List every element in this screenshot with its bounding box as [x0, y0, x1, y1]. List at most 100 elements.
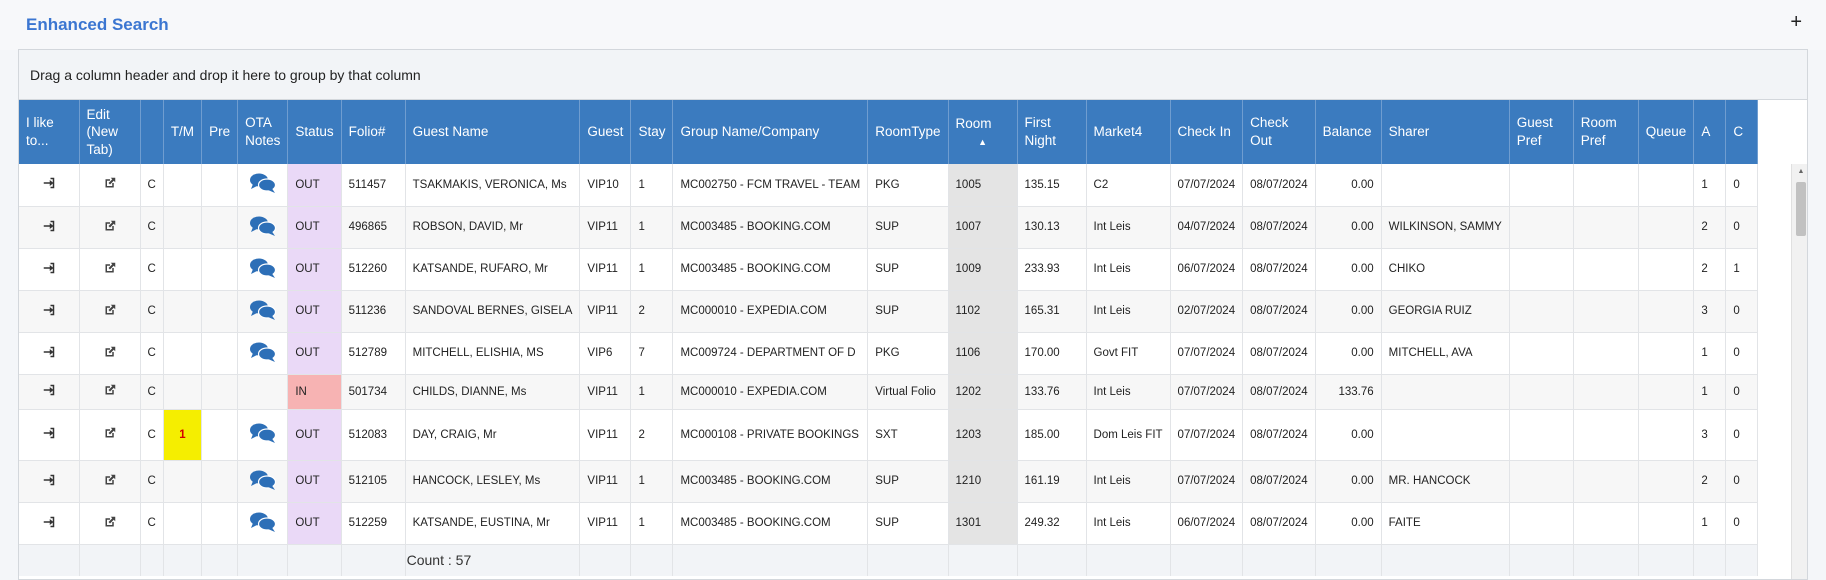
col-header-a[interactable]: A [1693, 100, 1727, 164]
ota-cell[interactable] [237, 248, 289, 291]
ota-cell[interactable] [237, 374, 289, 410]
pre-cell [201, 460, 239, 503]
action-cell[interactable] [19, 290, 80, 333]
col-header-c[interactable]: C [1725, 100, 1759, 164]
col-header-guest-pref[interactable]: Guest Pref [1509, 100, 1574, 164]
col-header-balance[interactable]: Balance [1315, 100, 1382, 164]
col-header-guest-name[interactable]: Guest Name [405, 100, 581, 164]
table-row[interactable]: C 1 OUT 512083 DAY, CRAIG, Mr VIP11 2 MC… [19, 409, 1759, 461]
comments-icon[interactable] [249, 511, 277, 533]
edit-cell[interactable] [79, 164, 141, 207]
ota-cell[interactable] [237, 164, 289, 207]
action-cell[interactable] [19, 206, 80, 249]
action-cell[interactable] [19, 409, 80, 461]
table-row[interactable]: C OUT 496865 ROBSON, DAVID, Mr VIP11 1 M… [19, 206, 1759, 249]
ota-cell[interactable] [237, 290, 289, 333]
table-row[interactable]: C OUT 512260 KATSANDE, RUFARO, Mr VIP11 … [19, 248, 1759, 291]
col-header-guest[interactable]: Guest [579, 100, 632, 164]
ota-cell[interactable] [237, 502, 289, 545]
col-header-edit[interactable]: Edit (New Tab) [79, 100, 141, 164]
sign-in-icon[interactable] [43, 304, 55, 316]
ota-cell[interactable] [237, 206, 289, 249]
edit-cell[interactable] [79, 332, 141, 375]
action-cell[interactable] [19, 248, 80, 291]
sign-in-icon[interactable] [43, 177, 55, 189]
table-row[interactable]: C OUT 512259 KATSANDE, EUSTINA, Mr VIP11… [19, 502, 1759, 545]
col-header-queue[interactable]: Queue [1638, 100, 1695, 164]
action-cell[interactable] [19, 460, 80, 503]
vertical-scrollbar[interactable]: ▲ ▼ [1791, 164, 1807, 579]
ota-cell[interactable] [237, 460, 289, 503]
ota-cell[interactable] [237, 409, 289, 461]
sharer-cell: MITCHELL, AVA [1381, 332, 1510, 375]
col-header-room[interactable]: Room ▲ [948, 100, 1018, 164]
col-header-room-pref[interactable]: Room Pref [1573, 100, 1639, 164]
check-out-cell: 08/07/2024 [1242, 332, 1316, 375]
sign-in-icon[interactable] [43, 346, 55, 358]
external-link-icon[interactable] [104, 346, 116, 358]
scroll-up-arrow-icon[interactable]: ▲ [1792, 164, 1807, 180]
first-night-cell: 135.15 [1017, 164, 1087, 207]
action-cell[interactable] [19, 164, 80, 207]
col-header-tm[interactable]: T/M [163, 100, 203, 164]
sign-in-icon[interactable] [43, 220, 55, 232]
edit-cell[interactable] [79, 374, 141, 410]
expand-plus-button[interactable]: + [1790, 12, 1802, 32]
external-link-icon[interactable] [104, 384, 116, 396]
comments-icon[interactable] [249, 341, 277, 363]
table-row[interactable]: C IN 501734 CHILDS, DIANNE, Ms VIP11 1 M… [19, 374, 1759, 410]
col-header-first-night[interactable]: First Night [1017, 100, 1087, 164]
col-header-sharer[interactable]: Sharer [1381, 100, 1510, 164]
folio-cell: 496865 [341, 206, 406, 249]
external-link-icon[interactable] [104, 220, 116, 232]
action-cell[interactable] [19, 502, 80, 545]
col-header-folio[interactable]: Folio# [341, 100, 406, 164]
col-header-status[interactable]: Status [287, 100, 342, 164]
table-row[interactable]: C OUT 511236 SANDOVAL BERNES, GISELA VIP… [19, 290, 1759, 333]
table-row[interactable]: C OUT 512105 HANCOCK, LESLEY, Ms VIP11 1… [19, 460, 1759, 503]
external-link-icon[interactable] [104, 516, 116, 528]
edit-cell[interactable] [79, 290, 141, 333]
edit-cell[interactable] [79, 502, 141, 545]
comments-icon[interactable] [249, 172, 277, 194]
sign-in-icon[interactable] [43, 516, 55, 528]
guest-name-cell: HANCOCK, LESLEY, Ms [405, 460, 581, 503]
comments-icon[interactable] [249, 469, 277, 491]
sign-in-icon[interactable] [43, 474, 55, 486]
group-drop-area[interactable]: Drag a column header and drop it here to… [19, 50, 1807, 100]
edit-cell[interactable] [79, 409, 141, 461]
table-row[interactable]: C OUT 511457 TSAKMAKIS, VERONICA, Ms VIP… [19, 164, 1759, 207]
col-header-roomtype[interactable]: RoomType [867, 100, 949, 164]
col-header-code[interactable] [140, 100, 164, 164]
edit-cell[interactable] [79, 248, 141, 291]
col-header-group[interactable]: Group Name/Company [672, 100, 869, 164]
ota-cell[interactable] [237, 332, 289, 375]
scroll-thumb[interactable] [1796, 182, 1806, 236]
table-row[interactable]: C OUT 512789 MITCHELL, ELISHIA, MS VIP6 … [19, 332, 1759, 375]
col-header-market[interactable]: Market4 [1086, 100, 1171, 164]
col-header-ilike[interactable]: I like to... [19, 100, 80, 164]
sign-in-icon[interactable] [43, 427, 55, 439]
comments-icon[interactable] [249, 422, 277, 444]
col-header-check-out[interactable]: Check Out [1242, 100, 1316, 164]
col-header-stay[interactable]: Stay [630, 100, 674, 164]
col-header-check-in[interactable]: Check In [1170, 100, 1244, 164]
external-link-icon[interactable] [104, 304, 116, 316]
action-cell[interactable] [19, 332, 80, 375]
edit-cell[interactable] [79, 206, 141, 249]
action-cell[interactable] [19, 374, 80, 410]
sharer-cell [1381, 409, 1510, 461]
external-link-icon[interactable] [104, 474, 116, 486]
sign-in-icon[interactable] [43, 262, 55, 274]
external-link-icon[interactable] [104, 177, 116, 189]
edit-cell[interactable] [79, 460, 141, 503]
stay-cell: 2 [630, 409, 674, 461]
comments-icon[interactable] [249, 299, 277, 321]
external-link-icon[interactable] [104, 262, 116, 274]
comments-icon[interactable] [249, 215, 277, 237]
comments-icon[interactable] [249, 257, 277, 279]
sign-in-icon[interactable] [43, 384, 55, 396]
external-link-icon[interactable] [104, 427, 116, 439]
col-header-ota[interactable]: OTA Notes [237, 100, 289, 164]
col-header-pre[interactable]: Pre [201, 100, 239, 164]
